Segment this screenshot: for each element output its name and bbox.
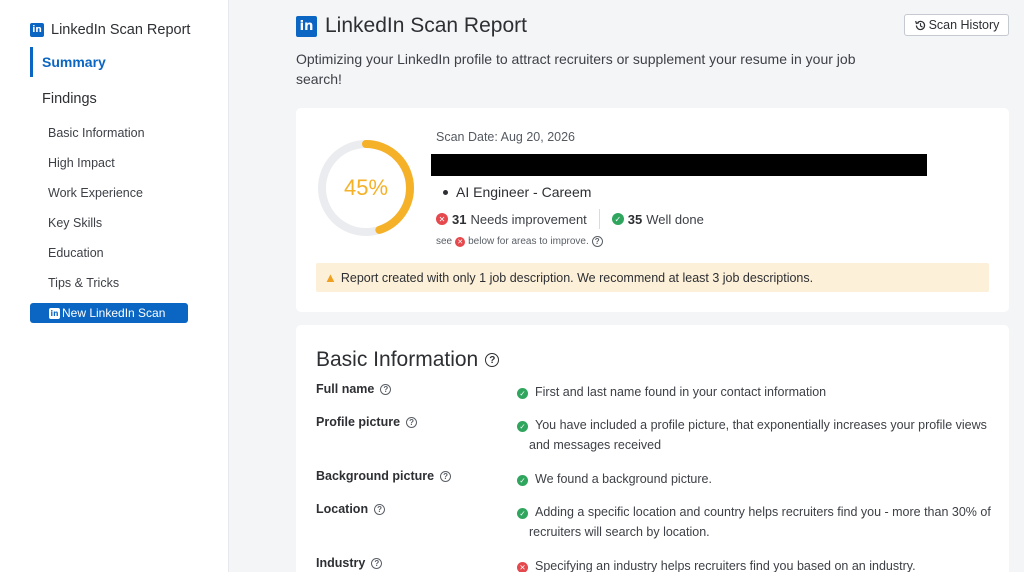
history-icon (914, 20, 925, 30)
warning-banner: ▲ Report created with only 1 job descrip… (316, 263, 989, 292)
help-icon[interactable]: ? (406, 416, 418, 428)
check-icon: ✓ (517, 508, 528, 519)
see-below-text: below for areas to improve. (468, 236, 589, 247)
check-icon: ✓ (517, 388, 528, 399)
finding-text: We found a background picture. (535, 472, 712, 486)
sidebar-item-basic-information[interactable]: Basic Information (48, 124, 145, 154)
finding-text: You have included a profile picture, tha… (529, 418, 987, 452)
finding-label-text: Location (316, 502, 369, 516)
help-icon[interactable]: ? (440, 470, 452, 482)
section-title: Basic Information ? (316, 348, 500, 372)
sidebar-item-education[interactable]: Education (48, 244, 145, 274)
page-subtitle: Optimizing your LinkedIn profile to attr… (296, 51, 856, 87)
finding-status: ✓ (517, 470, 528, 488)
linkedin-icon: in (296, 15, 317, 37)
summary-stats: ✕ 31 Needs improvement ✓ 35 Well done (436, 209, 704, 229)
finding-label-text: Industry (316, 556, 366, 570)
finding-label: Location? (316, 502, 386, 516)
sidebar-item-high-impact[interactable]: High Impact (48, 154, 145, 184)
well-done-stat[interactable]: ✓ 35 Well done (611, 211, 704, 227)
needs-improvement-label: Needs improvement (470, 211, 587, 227)
page-title: in LinkedIn Scan Report (296, 14, 527, 38)
job-title: AI Engineer - Careem (443, 184, 591, 200)
check-icon: ✓ (611, 213, 624, 225)
sidebar-brand-label: LinkedIn Scan Report (51, 22, 191, 38)
sidebar-findings-list: Basic Information High Impact Work Exper… (48, 124, 145, 304)
job-title-text: AI Engineer - Careem (456, 184, 592, 200)
finding-label: Profile picture? (316, 415, 418, 429)
well-done-count: 35 (627, 211, 643, 227)
help-icon[interactable]: ? (591, 236, 603, 247)
error-icon: ✕ (517, 562, 528, 572)
sidebar-item-summary[interactable]: Summary (30, 47, 190, 77)
finding-text: Adding a specific location and country h… (529, 505, 991, 539)
summary-card: 45% Scan Date: Aug 20, 2026 AI Engineer … (296, 108, 1009, 312)
scan-history-button[interactable]: Scan History (904, 14, 1009, 36)
see-below-hint: see ✕ below for areas to improve. ? (436, 236, 603, 247)
redacted-name-bar (431, 154, 927, 176)
sidebar-brand: in LinkedIn Scan Report (30, 22, 190, 38)
finding-label-text: Profile picture (316, 415, 401, 429)
finding-label: Background picture? (316, 469, 452, 483)
error-icon: ✕ (455, 236, 466, 247)
help-icon[interactable]: ? (485, 353, 500, 367)
finding-status: ✓ (517, 383, 528, 401)
section-title-text: Basic Information (316, 348, 479, 371)
warning-icon: ▲ (324, 270, 337, 285)
finding-text: First and last name found in your contac… (535, 385, 827, 399)
help-icon[interactable]: ? (371, 557, 383, 569)
help-icon[interactable]: ? (380, 383, 392, 395)
linkedin-icon: in (30, 23, 44, 37)
finding-label-text: Background picture (316, 469, 435, 483)
finding-text: Specifying an industry helps recruiters … (535, 559, 916, 572)
sidebar: in LinkedIn Scan Report Summary Findings… (0, 0, 229, 572)
scan-date: Scan Date: Aug 20, 2026 (436, 130, 575, 144)
finding-label: Full name? (316, 382, 392, 396)
page-title-text: LinkedIn Scan Report (325, 14, 527, 37)
new-linkedin-scan-button[interactable]: in New LinkedIn Scan (30, 303, 188, 323)
new-linkedin-scan-label: New LinkedIn Scan (62, 306, 166, 320)
well-done-label: Well done (646, 211, 704, 227)
finding-label-text: Full name (316, 382, 375, 396)
check-icon: ✓ (517, 475, 528, 486)
needs-improvement-count: 31 (452, 211, 467, 227)
warning-text: Report created with only 1 job descripti… (340, 270, 814, 285)
help-icon[interactable]: ? (374, 503, 386, 515)
basic-information-card: Basic Information ? Full name? ✓ First a… (296, 325, 1009, 572)
check-icon: ✓ (517, 421, 528, 432)
finding-label: Industry? (316, 556, 383, 570)
finding-status: ✕ (517, 557, 528, 572)
finding-status: ✓ (517, 416, 528, 434)
see-text: see (436, 236, 453, 247)
sidebar-findings-heading: Findings (42, 91, 97, 107)
scan-history-label: Scan History (928, 18, 1000, 32)
sidebar-item-work-experience[interactable]: Work Experience (48, 184, 145, 214)
score-percent: 45% (343, 175, 389, 200)
finding-status: ✓ (517, 503, 528, 521)
sidebar-item-key-skills[interactable]: Key Skills (48, 214, 145, 244)
needs-improvement-stat[interactable]: ✕ 31 Needs improvement (436, 212, 587, 227)
error-icon: ✕ (436, 213, 448, 225)
linkedin-icon: in (49, 307, 60, 319)
stat-divider (598, 209, 600, 229)
sidebar-item-tips-tricks[interactable]: Tips & Tricks (48, 274, 145, 304)
bullet-icon (443, 189, 448, 195)
